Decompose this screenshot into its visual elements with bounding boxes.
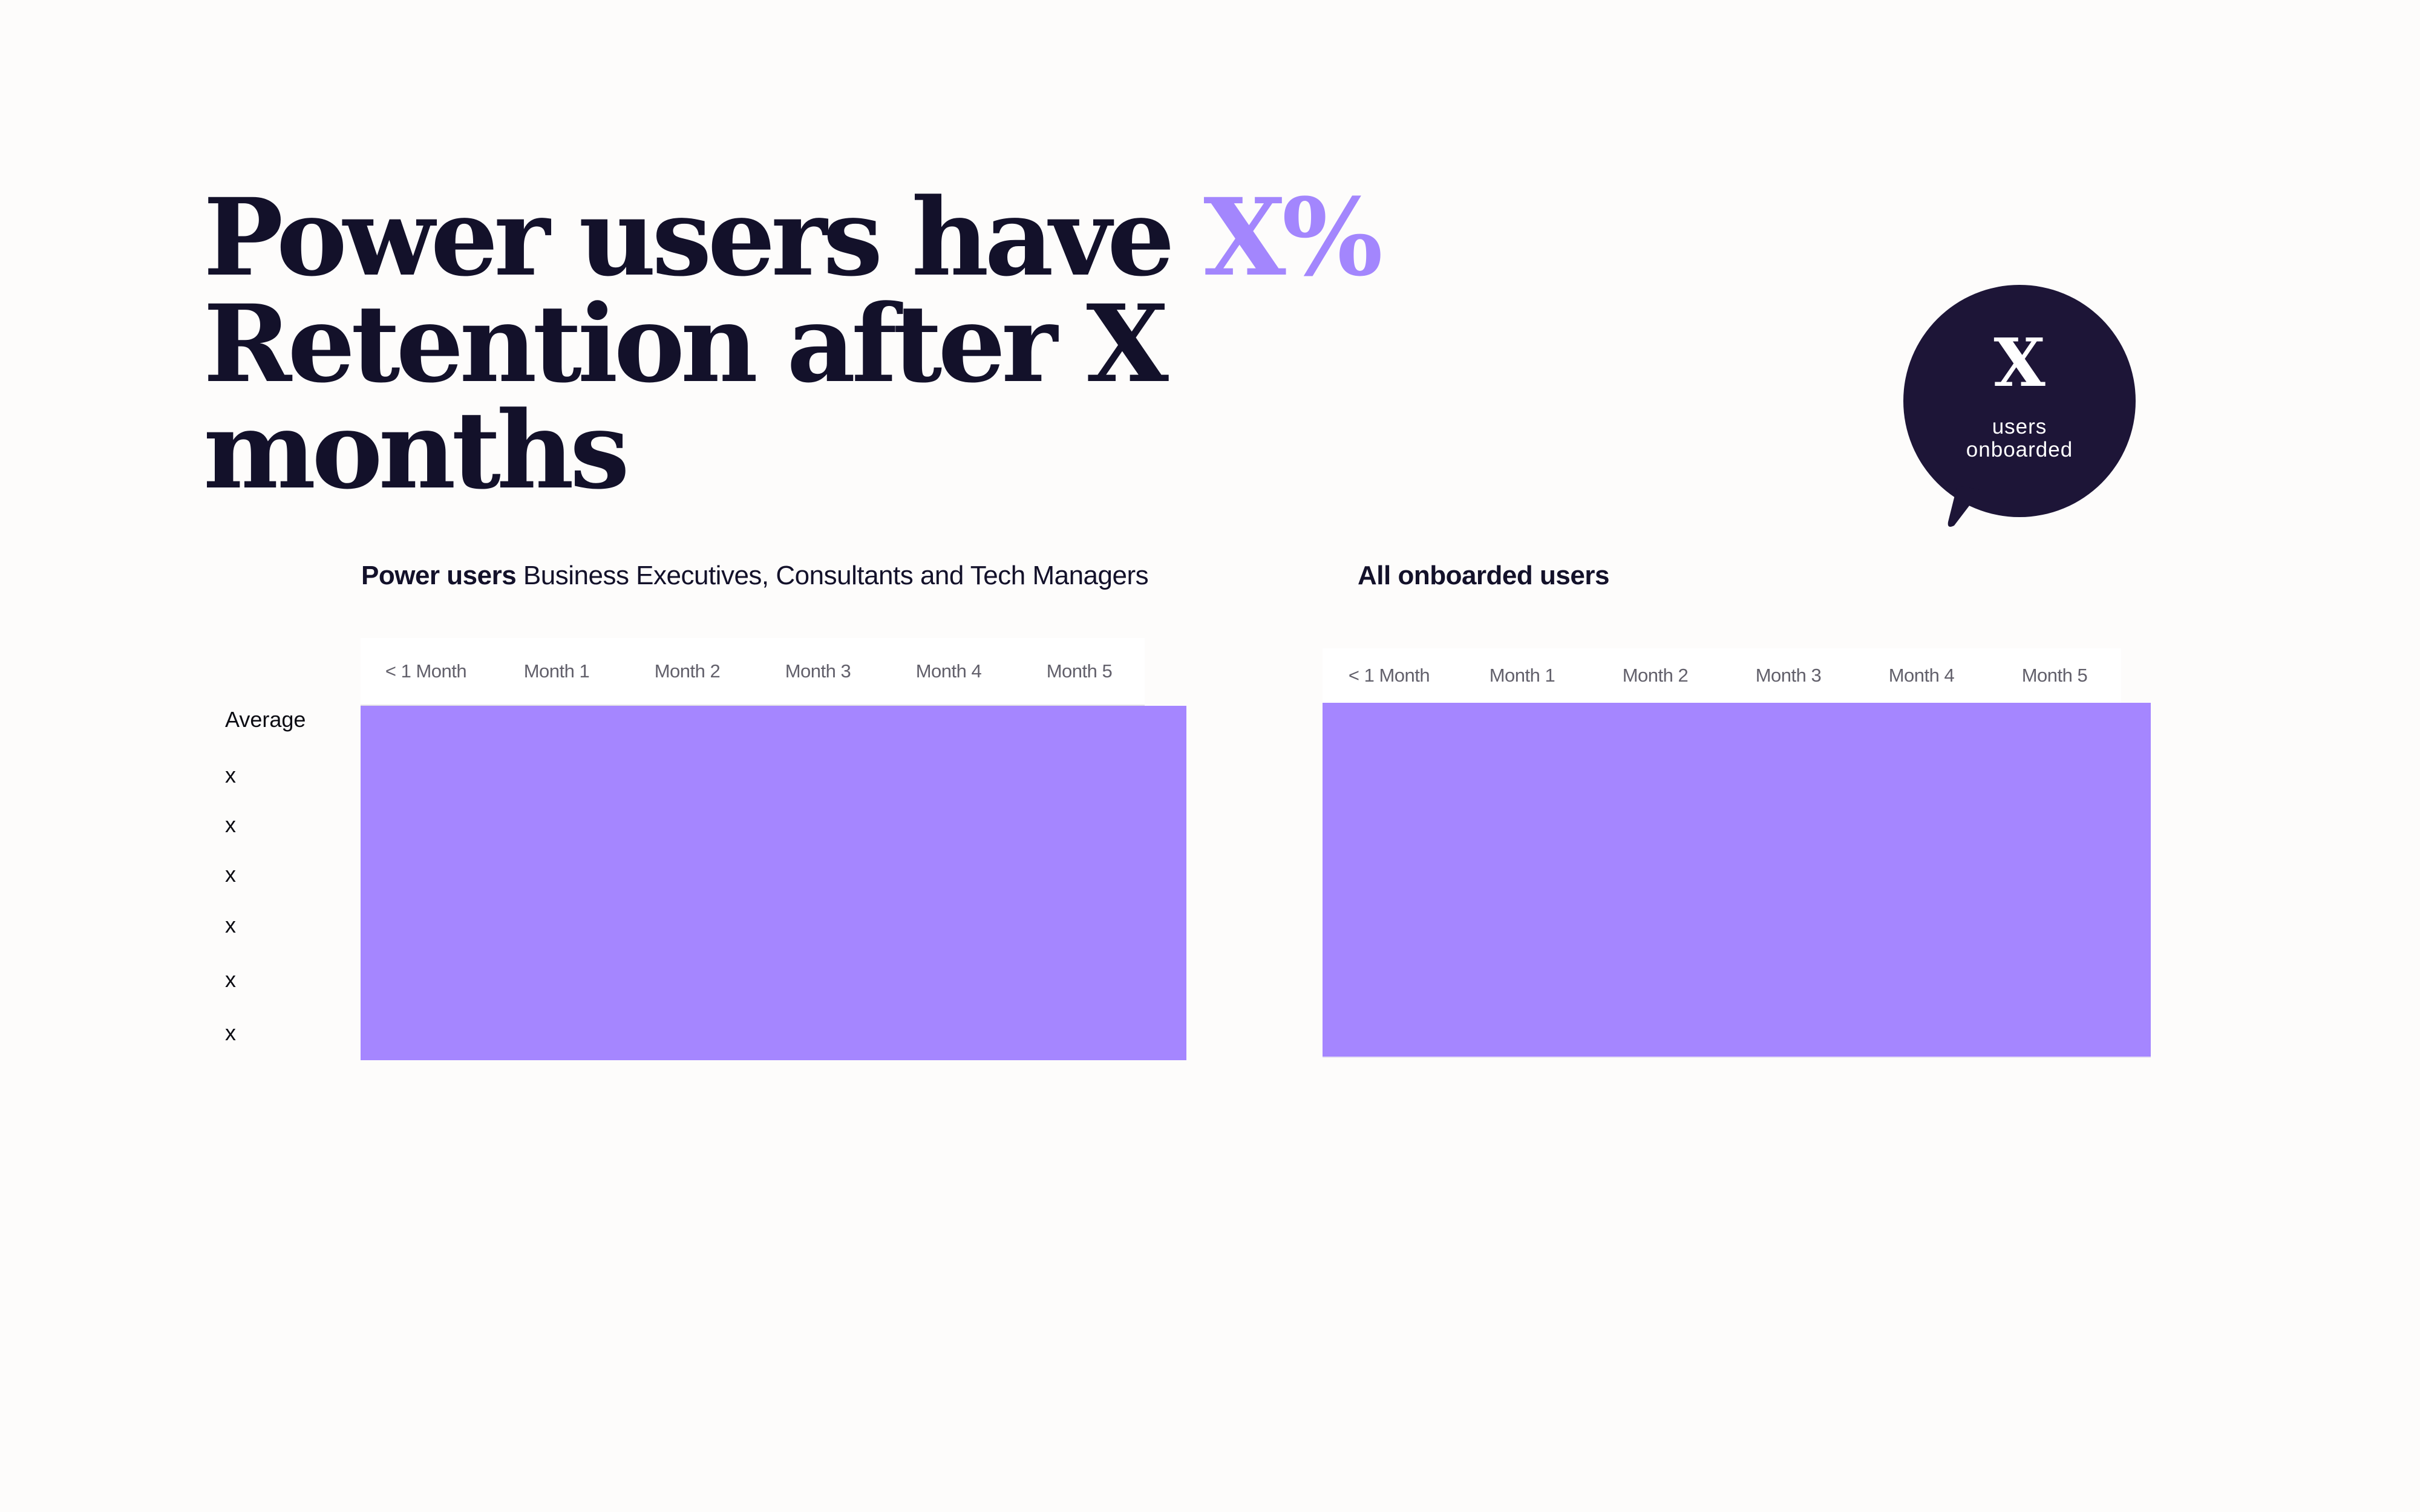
- column-header: Month 4: [1888, 665, 1955, 686]
- retention-percent-placeholder: X%: [1203, 175, 1383, 300]
- speech-bubble-icon: [1903, 285, 2136, 527]
- column-header: Month 1: [523, 660, 590, 682]
- column-header: Month 4: [915, 660, 982, 682]
- column-header: Month 2: [1622, 665, 1689, 686]
- column-header: Month 1: [1489, 665, 1555, 686]
- table-header: < 1 Month Month 1 Month 2 Month 3 Month …: [1323, 648, 2121, 703]
- users-onboarded-value: X: [1993, 324, 2046, 402]
- column-header: Month 2: [654, 660, 721, 682]
- row-label: x: [225, 763, 236, 787]
- users-onboarded-caption: users onboarded: [1900, 415, 2139, 461]
- title-line-1: Power users have X%: [203, 184, 1383, 291]
- caption-line-1: users: [1992, 415, 2047, 438]
- all-users-label-strong: All onboarded users: [1358, 561, 1609, 590]
- table-header: < 1 Month Month 1 Month 2 Month 3 Month …: [361, 638, 1145, 706]
- power-users-label-description: Business Executives, Consultants and Tec…: [516, 561, 1149, 590]
- title-line-2: Retention after X: [203, 281, 1169, 406]
- row-label: x: [225, 913, 236, 937]
- column-header: Month 5: [1046, 660, 1113, 682]
- column-header: Month 3: [1755, 665, 1822, 686]
- caption-line-2: onboarded: [1966, 438, 2073, 461]
- row-label: x: [225, 1020, 236, 1045]
- cohort-fill-block: [1323, 703, 2151, 1058]
- row-label: x: [225, 812, 236, 837]
- page-title: Power users have X% Retention after X mo…: [203, 184, 1383, 513]
- column-header: < 1 Month: [1348, 665, 1430, 686]
- cohort-fill-block: [361, 706, 1186, 1060]
- users-onboarded-bubble: X users onboarded: [1900, 281, 2142, 535]
- power-users-label: Power users Business Executives, Consult…: [361, 560, 1149, 591]
- all-users-label: All onboarded users: [1358, 560, 1609, 591]
- row-label-average: Average: [225, 707, 306, 732]
- row-label: x: [225, 862, 236, 887]
- power-users-label-strong: Power users: [361, 561, 517, 590]
- column-header: < 1 Month: [385, 660, 467, 682]
- column-header: Month 3: [785, 660, 851, 682]
- column-header: Month 5: [2021, 665, 2088, 686]
- title-line-3: months: [203, 388, 630, 513]
- row-label: x: [225, 967, 236, 992]
